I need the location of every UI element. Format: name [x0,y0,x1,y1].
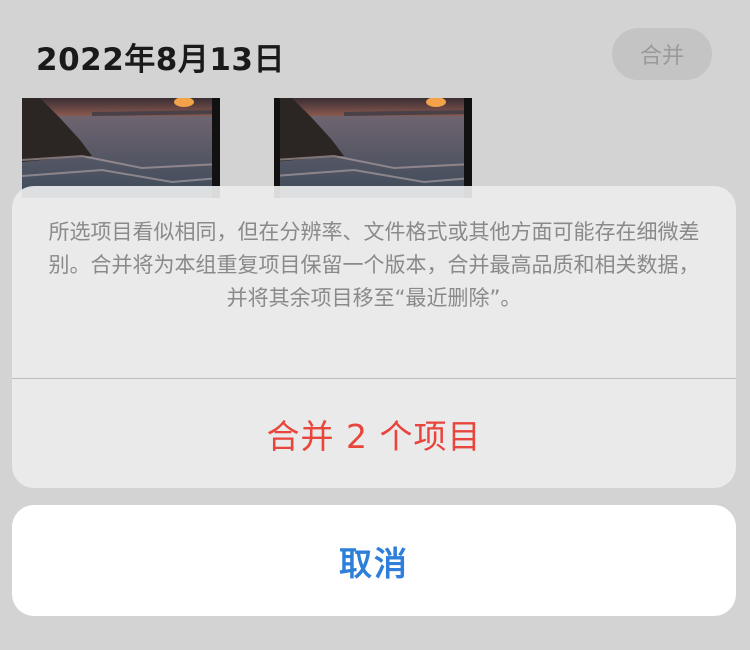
photo-thumbnail[interactable] [22,98,220,198]
merge-button[interactable]: 合并 [612,28,712,80]
cancel-button[interactable]: 取消 [12,505,736,616]
photo-thumbnail[interactable] [274,98,472,198]
page-header: 2022年8月13日 合并 [0,0,750,98]
sunset-sea-photo-icon [22,98,220,198]
action-sheet: 所选项目看似相同，但在分辨率、文件格式或其他方面可能存在细微差别。合并将为本组重… [12,186,736,488]
date-title: 2022年8月13日 [36,42,285,78]
action-sheet-message: 所选项目看似相同，但在分辨率、文件格式或其他方面可能存在细微差别。合并将为本组重… [48,220,700,310]
sunset-sea-photo-icon [274,98,472,198]
merge-items-button[interactable]: 合并 2 个项目 [12,379,736,488]
